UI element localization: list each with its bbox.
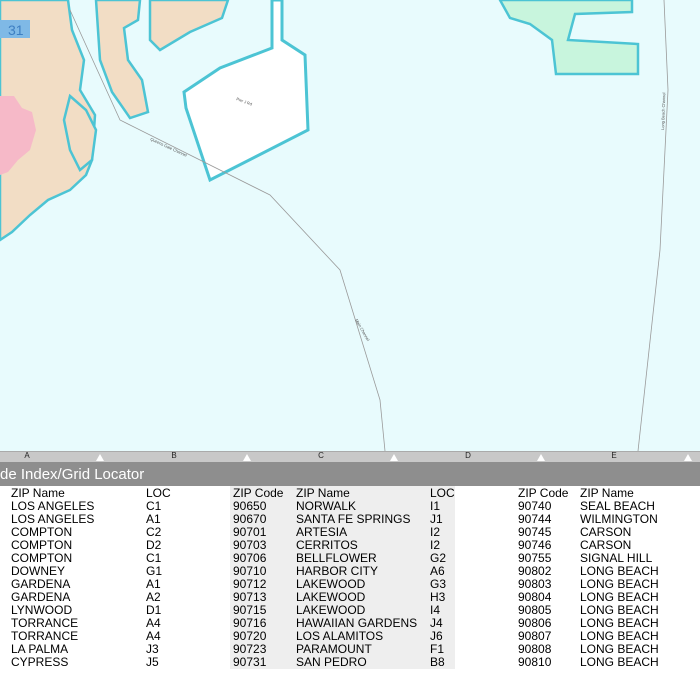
table-cell: CYPRESS [11,655,69,669]
grid-column-label: A [24,451,30,460]
channel-line-east [637,0,669,451]
grid-column-label: E [611,451,617,460]
route-badge: 31 [8,22,24,38]
pier-2 [148,0,230,52]
table-cell: J5 [146,655,159,669]
index-title-bar: de Index/Grid Locator [0,462,700,486]
map-area[interactable]: 31 Pier J Rd Queens Gate Channel Main Ch… [0,0,700,451]
map-canvas[interactable]: 31 Pier J Rd Queens Gate Channel Main Ch… [0,0,700,451]
channel-label-1: Queens Gate Channel [150,136,188,157]
grid-separator [96,454,104,461]
index-title: de Index/Grid Locator [0,466,145,483]
grid-separator [243,454,251,461]
channel-label-3: Long Beach Channel [660,92,666,130]
pier-1 [94,0,150,120]
grid-locator-bar: A B C D E [0,451,700,462]
grid-separator [537,454,545,461]
zip-index-table: ZIP Name LOC ZIP Code ZIP Name LOC ZIP Code ZI… [0,486,700,700]
table-cell: LONG BEACH [580,655,659,669]
park-area [498,0,640,76]
grid-separator [390,454,398,461]
grid-column-label: C [318,451,324,460]
grid-column-label: D [465,451,471,460]
channel-label-2: Main Channel [354,318,371,342]
table-cell: 90810 [518,655,552,669]
table-cell: B8 [430,655,445,669]
grid-separator [684,454,692,461]
grid-column-label: B [171,451,177,460]
table-cell: 90731 [233,655,267,669]
table-cell: SAN PEDRO [296,655,367,669]
